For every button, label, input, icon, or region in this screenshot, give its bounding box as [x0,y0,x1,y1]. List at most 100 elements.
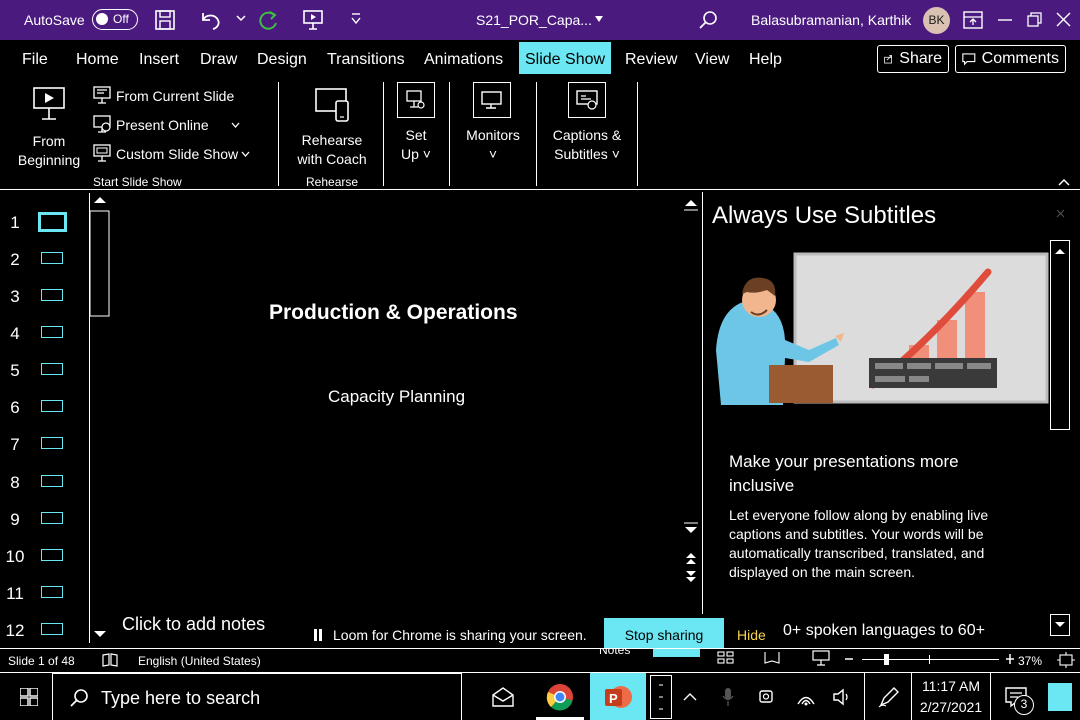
tab-insert[interactable]: Insert [139,51,179,69]
normal-view-button[interactable] [653,649,700,657]
from-beginning-button[interactable]: From Beginning [10,84,88,172]
captions-subtitles-button[interactable]: Captions & Subtitles ˅ [546,82,628,164]
pause-icon[interactable] [313,629,323,641]
close-pane-icon[interactable] [1056,209,1065,218]
slide-scrollbar[interactable] [681,193,701,608]
user-name[interactable]: Balasubramanian, Karthik [751,12,911,28]
microphone-icon[interactable] [721,687,735,707]
slide-thumbnail[interactable] [41,586,63,598]
document-name[interactable]: S21_POR_Capa... [476,12,592,28]
document-dropdown-icon[interactable] [594,15,604,23]
tab-transitions[interactable]: Transitions [327,51,405,69]
zoom-out-icon[interactable] [844,653,854,665]
slide-thumbnail[interactable] [41,326,63,338]
rehearse-with-coach-button[interactable]: Rehearse with Coach [292,84,372,167]
spell-check-icon[interactable] [102,653,118,667]
monitors-chevron: ˅ [488,146,498,162]
ribbon-separator [536,82,537,186]
set-up-button[interactable]: Set Up ˅ [396,82,436,164]
tab-slide-show[interactable]: Slide Show [519,42,612,74]
custom-slide-show-button[interactable]: Custom Slide Show [93,144,263,166]
ribbon-display-icon[interactable] [963,11,983,29]
customize-toolbar-icon[interactable] [350,13,362,25]
restore-icon[interactable] [1027,12,1042,27]
slide-title[interactable]: Production & Operations [269,301,518,325]
slide-thumbnail[interactable] [41,437,63,449]
slide-thumbnail[interactable] [41,549,63,561]
pen-workspace-button[interactable] [864,673,910,720]
notes-placeholder[interactable]: Click to add notes [122,614,265,635]
windows-start-icon[interactable] [20,688,38,706]
slide-thumbnail[interactable] [41,400,63,412]
slide-counter[interactable]: Slide 1 of 48 [8,654,75,668]
search-icon[interactable] [697,9,719,31]
show-hidden-icons-icon[interactable] [683,692,697,701]
slide-thumbnail[interactable] [41,252,63,264]
reading-view-icon[interactable] [764,651,780,665]
volume-icon[interactable] [832,687,850,707]
taskbar-scroll-control[interactable] [650,675,672,719]
slide-thumbnail[interactable] [41,289,63,301]
hide-button[interactable]: Hide [737,627,766,643]
close-icon[interactable] [1056,12,1071,27]
share-icon [884,55,892,64]
slide-thumbnail[interactable] [41,475,63,487]
thumbnail-number: 1 [10,213,20,232]
present-icon[interactable] [302,9,324,31]
collapse-ribbon-icon[interactable] [1058,178,1070,186]
captions-line1: Captions & [552,127,622,143]
powerpoint-taskbar-button[interactable]: P [590,673,646,720]
rehearse-line1: Rehearse [301,132,363,148]
monitors-label: Monitors [466,127,520,143]
zoom-slider-center-tick [929,655,930,664]
pen-icon [878,686,900,708]
save-icon[interactable] [154,9,176,31]
slide-thumbnail-selected[interactable] [38,212,67,232]
pane-title: Always Use Subtitles [712,202,937,229]
present-online-button[interactable]: Present Online [93,115,263,137]
monitors-button[interactable]: Monitors ˅ [460,82,526,164]
tab-draw[interactable]: Draw [200,51,237,69]
system-clock[interactable]: 11:17 AM 2/27/2021 [911,673,991,720]
slideshow-view-icon[interactable] [812,650,830,666]
pane-scroll-down[interactable] [1050,614,1070,636]
ribbon-separator [383,82,384,186]
slide-thumbnail[interactable] [41,363,63,375]
tab-review[interactable]: Review [625,51,677,69]
taskbar-search[interactable]: Type here to search [52,673,462,720]
zoom-in-icon[interactable] [1005,653,1015,665]
slide-subtitle[interactable]: Capacity Planning [328,387,465,407]
camera-icon[interactable] [758,687,776,707]
tab-view[interactable]: View [695,51,729,69]
pane-scrollbar-thumb[interactable] [1050,240,1070,430]
minimize-icon[interactable] [998,19,1012,22]
autosave-toggle[interactable]: Off [92,9,138,30]
undo-dropdown-icon[interactable] [236,14,246,22]
zoom-slider-thumb[interactable] [884,654,889,665]
slide-canvas[interactable]: Production & Operations Capacity Plannin… [111,193,681,608]
mail-icon[interactable] [492,687,514,707]
show-desktop-button[interactable] [1048,683,1072,711]
chrome-icon[interactable] [546,683,574,711]
zoom-level[interactable]: 37% [1018,654,1042,668]
undo-icon[interactable] [198,9,222,31]
tab-design[interactable]: Design [257,51,307,69]
share-button[interactable]: Share [877,45,949,73]
tab-help[interactable]: Help [749,51,782,69]
redo-icon[interactable] [256,9,280,33]
thumbnail-scrollbar[interactable] [89,193,110,643]
slide-sorter-icon[interactable] [717,651,735,665]
tab-animations[interactable]: Animations [424,51,503,69]
wifi-icon[interactable] [796,687,816,707]
language-indicator[interactable]: English (United States) [138,654,261,668]
slide-thumbnail[interactable] [41,512,63,524]
slide-thumbnail[interactable] [41,623,63,635]
comments-button[interactable]: Comments [955,45,1066,73]
tab-home[interactable]: Home [76,51,119,69]
tab-file[interactable]: File [22,51,48,69]
fit-to-window-icon[interactable] [1057,652,1075,668]
notes-button[interactable]: Notes [579,649,641,657]
avatar[interactable]: BK [923,7,950,34]
from-current-slide-button[interactable]: From Current Slide [93,86,263,108]
zoom-slider[interactable] [862,654,999,665]
